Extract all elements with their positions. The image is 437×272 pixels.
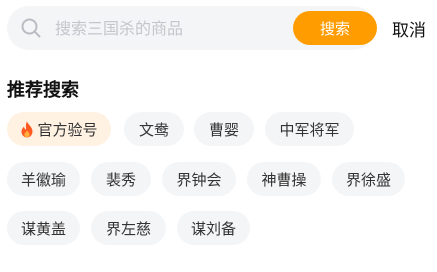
search-input[interactable] [55, 6, 285, 50]
tag-item[interactable]: 曹婴 [194, 112, 254, 146]
tag-label: 官方验号 [37, 120, 98, 139]
tag-label: 界钟会 [176, 170, 222, 189]
tag-item[interactable]: 神曹操 [247, 162, 321, 196]
tag-label: 中军将军 [279, 120, 340, 139]
tag-label: 谋刘备 [190, 219, 236, 238]
tag-label: 裴秀 [105, 170, 136, 189]
search-page: 搜索 取消 推荐搜索 官方验号 文鸯 曹婴 中军将军 羊徽瑜 裴秀 界钟会 神曹… [0, 0, 437, 272]
tag-label: 谋黄盖 [20, 219, 66, 238]
search-button[interactable]: 搜索 [293, 11, 377, 45]
tag-label: 羊徽瑜 [20, 170, 66, 189]
tag-official-verify[interactable]: 官方验号 [7, 112, 111, 146]
tag-label: 界徐盛 [345, 170, 391, 189]
tag-item[interactable]: 谋刘备 [177, 211, 250, 245]
tag-item[interactable]: 界左慈 [91, 211, 166, 245]
tag-item[interactable]: 裴秀 [91, 162, 151, 196]
tag-label: 神曹操 [261, 170, 307, 189]
fire-icon [21, 121, 33, 137]
tag-item[interactable]: 界钟会 [162, 162, 236, 196]
tag-item[interactable]: 界徐盛 [332, 162, 405, 196]
section-title-recommended: 推荐搜索 [7, 80, 79, 101]
tag-item[interactable]: 羊徽瑜 [7, 162, 80, 196]
tag-item[interactable]: 文鸯 [124, 112, 184, 146]
search-icon [21, 18, 41, 38]
search-bar[interactable]: 搜索 [7, 6, 377, 50]
tag-label: 界左慈 [105, 219, 151, 238]
cancel-button[interactable]: 取消 [392, 6, 426, 50]
tag-label: 曹婴 [208, 120, 239, 139]
tag-label: 文鸯 [138, 120, 169, 139]
tag-item[interactable]: 谋黄盖 [7, 211, 80, 245]
tag-item[interactable]: 中军将军 [265, 112, 354, 146]
